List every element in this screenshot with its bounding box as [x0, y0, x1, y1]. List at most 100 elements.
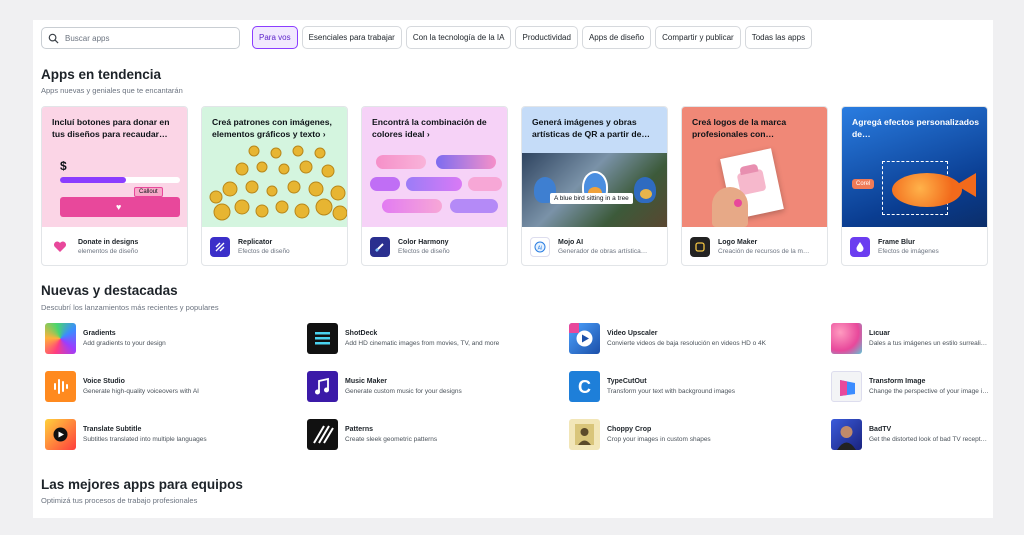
card-footer: Donate in designs elementos de diseño: [42, 227, 187, 265]
app-card-donate[interactable]: $ ♥ Callout Incluí botones para donar en…: [41, 106, 188, 266]
typecutout-icon: C: [569, 371, 600, 402]
card-footer: Color Harmony Efectos de diseño: [362, 227, 507, 265]
app-item-voice-studio[interactable]: Voice Studio Generate high-quality voiceo…: [45, 371, 300, 402]
app-name: Licuar: [869, 330, 891, 337]
app-item-choppy-crop[interactable]: Choppy Crop Crop your images in custom sh…: [569, 419, 824, 450]
app-name: Translate Subtitle: [83, 426, 142, 433]
donate-app-icon: [50, 237, 70, 257]
trending-title: Apps en tendencia: [41, 67, 162, 82]
app-name: Mojo AI: [558, 239, 584, 246]
filter-todas[interactable]: Todas las apps: [744, 26, 813, 49]
app-card-mojo-ai[interactable]: A blue bird sitting in a tree Generá imá…: [521, 106, 668, 266]
corel-badge: Corel: [852, 179, 875, 189]
filter-ia[interactable]: Con la tecnología de la IA: [405, 26, 512, 49]
app-item-patterns[interactable]: Patterns Create sleek geometric patterns: [307, 419, 562, 450]
app-item-licuar[interactable]: Licuar Dales a tus imágenes un estilo sur…: [831, 323, 993, 354]
filter-diseno[interactable]: Apps de diseño: [581, 26, 652, 49]
app-description: Generate custom music for your designs: [345, 388, 462, 395]
app-name: Donate in designs: [78, 239, 139, 246]
voice-studio-icon: [45, 371, 76, 402]
progress-track: [60, 177, 180, 183]
app-name: TypeCutOut: [607, 378, 647, 385]
app-description: Transform your text with background imag…: [607, 388, 736, 395]
app-description: Create sleek geometric patterns: [345, 436, 438, 443]
featured-subtitle: Descubrí los lanzamientos más recientes …: [41, 303, 219, 312]
teams-title: Las mejores apps para equipos: [41, 477, 243, 492]
app-name: BadTV: [869, 426, 892, 433]
app-name: Logo Maker: [718, 239, 758, 246]
filter-para-vos[interactable]: Para vos: [252, 26, 298, 49]
app-item-transform-image[interactable]: Transform Image Change the perspective of…: [831, 371, 993, 402]
app-description: Get the distorted look of bad TV recept…: [869, 436, 988, 443]
card-headline: Creá logos de la marca profesionales con…: [692, 117, 787, 139]
logo-maker-icon: [690, 237, 710, 257]
video-upscaler-icon: [569, 323, 600, 354]
app-item-badtv[interactable]: BadTV Get the distorted look of bad TV re…: [831, 419, 993, 450]
app-description: Generate high-quality voiceovers with AI: [83, 388, 199, 395]
app-name: Replicator: [238, 239, 273, 246]
card-footer: AI Mojo AI Generador de obras artística…: [522, 227, 667, 265]
licuar-icon: [831, 323, 862, 354]
card-headline: Incluí botones para donar en tus diseños…: [52, 117, 170, 139]
app-description: elementos de diseño: [78, 248, 138, 255]
hand-shape: [712, 187, 748, 227]
app-card-frame-blur[interactable]: Corel Agregá efectos personalizados de… …: [841, 106, 988, 266]
app-description: Subtitles translated into multiple langu…: [83, 436, 207, 443]
app-item-music-maker[interactable]: Music Maker Generate custom music for you…: [307, 371, 562, 402]
card-footer: Replicator Efectos de diseño: [202, 227, 347, 265]
app-item-typecutout[interactable]: C TypeCutOut Transform your text with bac…: [569, 371, 824, 402]
mojo-icon: AI: [530, 237, 550, 257]
replicator-icon: [210, 237, 230, 257]
filter-bar: Para vos Esenciales para trabajar Con la…: [252, 26, 813, 49]
app-name: Video Upscaler: [607, 330, 658, 337]
app-item-gradients[interactable]: Gradients Add gradients to your design: [45, 323, 300, 354]
card-headline: Creá patrones con imágenes, elementos gr…: [212, 117, 332, 139]
filter-productividad[interactable]: Productividad: [515, 26, 578, 49]
gradients-icon: [45, 323, 76, 354]
prompt-label: A blue bird sitting in a tree: [550, 193, 633, 204]
app-item-video-upscaler[interactable]: Video Upscaler Convierte videos de baja r…: [569, 323, 824, 354]
app-description: Add HD cinematic images from movies, TV,…: [345, 340, 500, 347]
card-footer: Logo Maker Creación de recursos de la m…: [682, 227, 827, 265]
choppy-crop-icon: [569, 419, 600, 450]
app-description: Generador de obras artística…: [558, 248, 648, 255]
search-input[interactable]: [65, 33, 225, 43]
app-card-color-harmony[interactable]: Encontrá la combinación de colores ideal…: [361, 106, 508, 266]
card-headline: Encontrá la combinación de colores ideal…: [372, 117, 487, 139]
patterns-icon: [307, 419, 338, 450]
filter-compartir[interactable]: Compartir y publicar: [655, 26, 741, 49]
svg-text:AI: AI: [538, 246, 543, 252]
droplet-icon: [850, 237, 870, 257]
app-card-logo-maker[interactable]: Creá logos de la marca profesionales con…: [681, 106, 828, 266]
teams-subtitle: Optimizá tus procesos de trabajo profesi…: [41, 496, 198, 505]
app-item-translate-subtitle[interactable]: Translate Subtitle Subtitles translated i…: [45, 419, 300, 450]
app-description: Crop your images in custom shapes: [607, 436, 711, 443]
svg-text:C: C: [578, 377, 591, 397]
app-description: Efectos de diseño: [238, 248, 290, 255]
trending-subtitle: Apps nuevas y geniales que te encantarán: [41, 86, 183, 95]
dollar-icon: $: [60, 159, 67, 173]
heart-icon: ♥: [116, 202, 122, 212]
search-box[interactable]: [41, 27, 240, 49]
app-item-shotdeck[interactable]: ShotDeck Add HD cinematic images from mov…: [307, 323, 562, 354]
app-description: Add gradients to your design: [83, 340, 166, 347]
app-card-replicator[interactable]: Creá patrones con imágenes, elementos gr…: [201, 106, 348, 266]
app-name: Color Harmony: [398, 239, 449, 246]
app-name: Frame Blur: [878, 239, 915, 246]
fish-shape: [892, 173, 962, 207]
badtv-icon: [831, 419, 862, 450]
card-headline: Generá imágenes y obras artísticas de QR…: [532, 117, 650, 139]
shotdeck-icon: [307, 323, 338, 354]
app-name: Music Maker: [345, 378, 388, 385]
card-headline: Agregá efectos personalizados de…: [852, 117, 980, 139]
app-description: Creación de recursos de la m…: [718, 248, 810, 255]
app-name: ShotDeck: [345, 330, 378, 337]
filter-esenciales[interactable]: Esenciales para trabajar: [301, 26, 402, 49]
apps-panel: Para vos Esenciales para trabajar Con la…: [33, 20, 993, 518]
transform-image-icon: [831, 371, 862, 402]
featured-title: Nuevas y destacadas: [41, 283, 178, 298]
app-name: Voice Studio: [83, 378, 125, 385]
app-description: Efectos de diseño: [398, 248, 450, 255]
app-name: Patterns: [345, 426, 374, 433]
featured-grid: Gradients Add gradients to your design Sh…: [45, 323, 993, 463]
